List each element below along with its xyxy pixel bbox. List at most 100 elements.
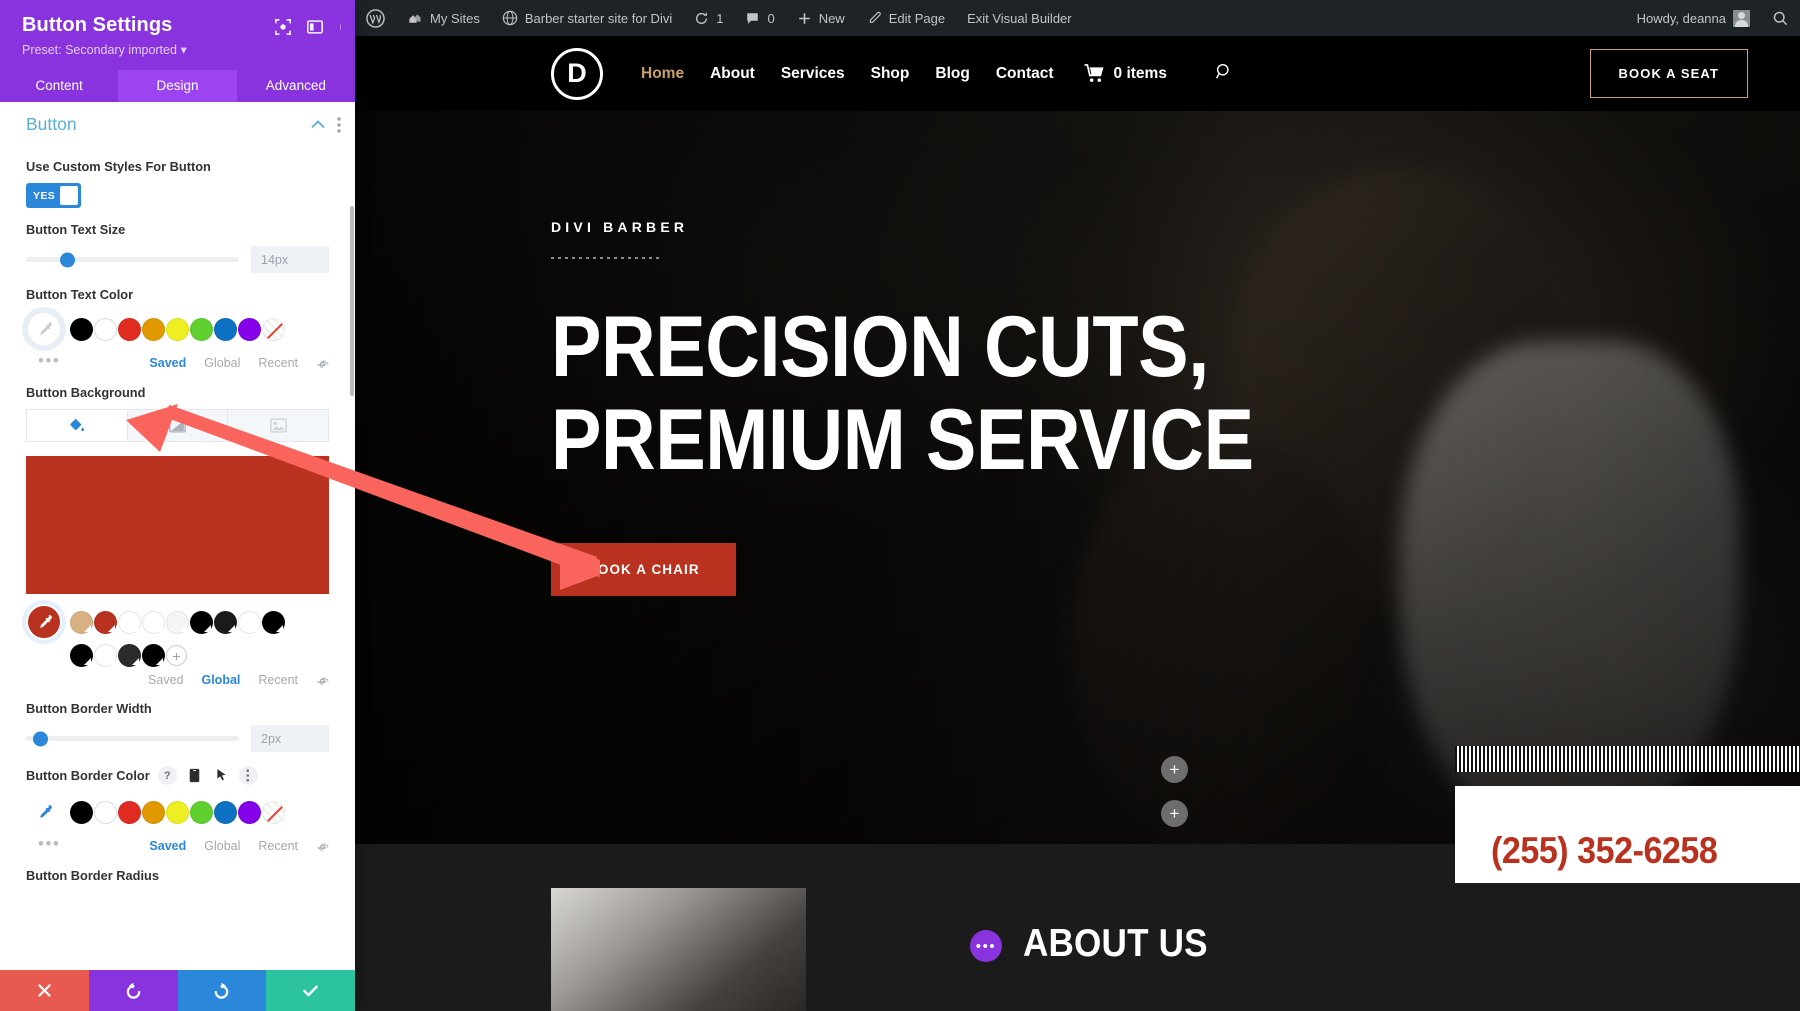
global-swatch-white-1[interactable] — [118, 610, 141, 634]
global-swatch-white-4[interactable] — [94, 644, 117, 667]
nav-link-home[interactable]: Home — [641, 65, 684, 83]
kebab-menu-icon[interactable] — [238, 766, 258, 785]
hover-pointer-icon[interactable] — [212, 766, 231, 785]
border-swatch-orange[interactable] — [142, 800, 165, 824]
nav-link-about[interactable]: About — [710, 65, 755, 83]
kebab-menu-icon[interactable] — [338, 18, 343, 36]
button-text-size-slider[interactable] — [26, 248, 251, 272]
nav-link-blog[interactable]: Blog — [935, 65, 969, 83]
use-custom-styles-toggle[interactable]: YES — [26, 183, 81, 208]
button-section-header[interactable]: Button — [0, 102, 355, 145]
add-module-button-2[interactable]: + — [1161, 800, 1188, 827]
global-swatch-tan[interactable] — [70, 610, 93, 634]
slider-knob[interactable] — [32, 731, 48, 746]
border-swatch-yellow[interactable] — [166, 800, 189, 824]
slider-knob[interactable] — [59, 252, 75, 267]
focus-target-icon[interactable] — [274, 18, 292, 36]
text-color-more-options[interactable]: ••• — [26, 351, 60, 371]
palette-tab-saved[interactable]: Saved — [149, 356, 186, 370]
admin-bar-site-name[interactable]: Barber starter site for Divi — [491, 0, 683, 36]
tab-advanced[interactable]: Advanced — [237, 70, 355, 102]
admin-bar-comments[interactable]: 0 — [734, 0, 785, 36]
global-swatch-black-1[interactable] — [190, 610, 213, 634]
palette-tab-global[interactable]: Global — [204, 356, 240, 370]
border-palette-tab-global[interactable]: Global — [204, 839, 240, 853]
border-palette-tab-saved[interactable]: Saved — [149, 839, 186, 853]
global-swatch-brick-red[interactable] — [94, 610, 117, 634]
bg-palette-tab-saved[interactable]: Saved — [148, 673, 183, 687]
border-color-picker-button[interactable] — [26, 794, 62, 830]
redo-button[interactable] — [177, 970, 267, 1011]
global-swatch-black-3[interactable] — [70, 644, 93, 667]
admin-bar-updates[interactable]: 1 — [683, 0, 734, 36]
tab-design[interactable]: Design — [118, 70, 237, 102]
help-icon[interactable]: ? — [157, 766, 177, 785]
border-swatch-purple[interactable] — [238, 800, 261, 824]
add-module-button-1[interactable]: + — [1161, 756, 1188, 783]
bg-palette-tab-recent[interactable]: Recent — [258, 673, 298, 687]
cart-widget[interactable]: 0 items — [1084, 64, 1167, 83]
site-logo[interactable]: D — [551, 47, 603, 100]
border-swatch-green[interactable] — [190, 800, 213, 824]
global-swatch-black-4[interactable] — [142, 644, 165, 667]
swatch-black[interactable] — [70, 317, 93, 341]
admin-bar-exit-visual-builder[interactable]: Exit Visual Builder — [956, 0, 1083, 36]
global-swatch-near-black[interactable] — [214, 610, 237, 634]
background-tab-gradient[interactable] — [127, 410, 229, 441]
admin-bar-new[interactable]: New — [786, 0, 856, 36]
border-swatch-transparent[interactable] — [262, 800, 285, 824]
border-swatch-blue[interactable] — [214, 800, 237, 824]
border-palette-tab-recent[interactable]: Recent — [258, 839, 298, 853]
settings-scrollbar[interactable] — [350, 206, 354, 396]
wordpress-logo-item[interactable] — [355, 0, 396, 36]
admin-bar-my-sites[interactable]: My Sites — [396, 0, 491, 36]
global-swatch-white-2[interactable] — [142, 610, 165, 634]
global-swatch-black-2[interactable] — [262, 610, 285, 634]
background-tab-color[interactable] — [27, 410, 128, 441]
background-tab-image[interactable] — [228, 410, 329, 441]
discard-changes-button[interactable] — [0, 970, 89, 1011]
responsive-mobile-icon[interactable] — [185, 766, 204, 785]
phone-number[interactable]: (255) 352-6258 — [1491, 830, 1800, 872]
bg-palette-tab-global[interactable]: Global — [201, 673, 240, 687]
kebab-menu-icon[interactable] — [337, 116, 341, 133]
undo-button[interactable] — [88, 970, 178, 1011]
border-swatch-black[interactable] — [70, 800, 93, 824]
border-swatch-white[interactable] — [94, 800, 117, 824]
button-border-width-slider[interactable] — [26, 727, 251, 751]
color-picker-button[interactable] — [26, 311, 62, 347]
panel-layout-icon[interactable] — [306, 18, 324, 36]
swatch-transparent[interactable] — [262, 317, 285, 341]
gear-icon[interactable] — [316, 674, 329, 687]
swatch-green[interactable] — [190, 317, 213, 341]
save-changes-button[interactable] — [266, 970, 355, 1011]
nav-link-contact[interactable]: Contact — [996, 65, 1054, 83]
admin-bar-edit-page[interactable]: Edit Page — [856, 0, 956, 36]
global-swatch-dark-gray[interactable] — [118, 644, 141, 667]
settings-preset-selector[interactable]: Preset: Secondary imported ▾ — [22, 42, 337, 57]
nav-link-services[interactable]: Services — [781, 65, 845, 83]
header-cta-button[interactable]: BOOK A SEAT — [1589, 49, 1748, 98]
site-search-icon[interactable] — [1215, 62, 1234, 86]
swatch-red[interactable] — [118, 317, 141, 341]
admin-bar-howdy[interactable]: Howdy, deanna — [1626, 0, 1761, 36]
swatch-purple[interactable] — [238, 317, 261, 341]
module-options-button[interactable]: ••• — [970, 930, 1002, 962]
gear-icon[interactable] — [316, 357, 329, 370]
gear-icon[interactable] — [316, 840, 329, 853]
background-color-preview[interactable] — [26, 456, 329, 594]
swatch-blue[interactable] — [214, 317, 237, 341]
chevron-up-icon[interactable] — [311, 120, 325, 129]
swatch-yellow[interactable] — [166, 317, 189, 341]
hero-cta-button[interactable]: BOOK A CHAIR — [551, 542, 736, 596]
border-swatch-red[interactable] — [118, 800, 141, 824]
admin-bar-search[interactable] — [1761, 0, 1800, 36]
background-color-picker-button[interactable] — [26, 604, 62, 640]
border-color-more-options[interactable]: ••• — [26, 834, 60, 854]
nav-link-shop[interactable]: Shop — [871, 65, 910, 83]
swatch-orange[interactable] — [142, 317, 165, 341]
tab-content[interactable]: Content — [0, 70, 118, 102]
global-swatch-white-3[interactable] — [238, 610, 261, 634]
swatch-white[interactable] — [94, 317, 117, 341]
palette-tab-recent[interactable]: Recent — [258, 356, 298, 370]
